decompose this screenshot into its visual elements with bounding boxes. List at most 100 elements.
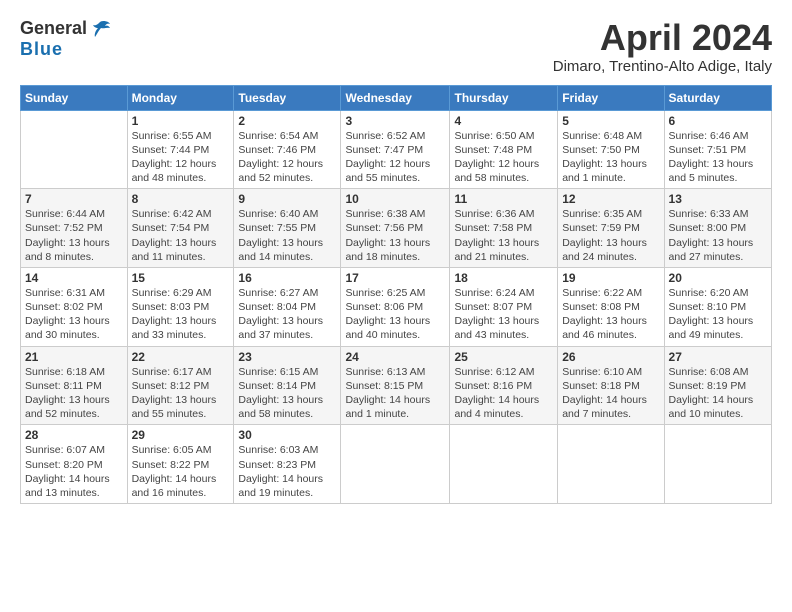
day-detail: Sunrise: 6:48 AM Sunset: 7:50 PM Dayligh… [562, 129, 659, 186]
calendar-cell: 26Sunrise: 6:10 AM Sunset: 8:18 PM Dayli… [558, 346, 664, 425]
day-number: 24 [345, 350, 445, 364]
day-number: 1 [132, 114, 230, 128]
calendar-week-row: 28Sunrise: 6:07 AM Sunset: 8:20 PM Dayli… [21, 425, 772, 504]
calendar-cell: 14Sunrise: 6:31 AM Sunset: 8:02 PM Dayli… [21, 267, 128, 346]
day-detail: Sunrise: 6:38 AM Sunset: 7:56 PM Dayligh… [345, 207, 445, 264]
calendar-header-wednesday: Wednesday [341, 85, 450, 110]
day-detail: Sunrise: 6:46 AM Sunset: 7:51 PM Dayligh… [669, 129, 767, 186]
day-number: 19 [562, 271, 659, 285]
calendar-cell: 8Sunrise: 6:42 AM Sunset: 7:54 PM Daylig… [127, 189, 234, 268]
day-detail: Sunrise: 6:40 AM Sunset: 7:55 PM Dayligh… [238, 207, 336, 264]
calendar-week-row: 1Sunrise: 6:55 AM Sunset: 7:44 PM Daylig… [21, 110, 772, 189]
day-number: 8 [132, 192, 230, 206]
calendar-header-monday: Monday [127, 85, 234, 110]
logo: General Blue [20, 18, 111, 60]
calendar-header-friday: Friday [558, 85, 664, 110]
day-number: 13 [669, 192, 767, 206]
calendar-cell: 23Sunrise: 6:15 AM Sunset: 8:14 PM Dayli… [234, 346, 341, 425]
day-number: 11 [454, 192, 553, 206]
logo-general-text: General [20, 18, 87, 39]
day-detail: Sunrise: 6:44 AM Sunset: 7:52 PM Dayligh… [25, 207, 123, 264]
day-detail: Sunrise: 6:17 AM Sunset: 8:12 PM Dayligh… [132, 365, 230, 422]
day-detail: Sunrise: 6:29 AM Sunset: 8:03 PM Dayligh… [132, 286, 230, 343]
calendar-cell: 9Sunrise: 6:40 AM Sunset: 7:55 PM Daylig… [234, 189, 341, 268]
day-number: 21 [25, 350, 123, 364]
calendar-header-saturday: Saturday [664, 85, 771, 110]
calendar-cell: 19Sunrise: 6:22 AM Sunset: 8:08 PM Dayli… [558, 267, 664, 346]
calendar-cell: 25Sunrise: 6:12 AM Sunset: 8:16 PM Dayli… [450, 346, 558, 425]
calendar-cell [341, 425, 450, 504]
day-number: 18 [454, 271, 553, 285]
day-detail: Sunrise: 6:33 AM Sunset: 8:00 PM Dayligh… [669, 207, 767, 264]
day-detail: Sunrise: 6:55 AM Sunset: 7:44 PM Dayligh… [132, 129, 230, 186]
calendar-cell: 11Sunrise: 6:36 AM Sunset: 7:58 PM Dayli… [450, 189, 558, 268]
calendar-cell: 27Sunrise: 6:08 AM Sunset: 8:19 PM Dayli… [664, 346, 771, 425]
calendar-cell: 6Sunrise: 6:46 AM Sunset: 7:51 PM Daylig… [664, 110, 771, 189]
calendar-cell: 13Sunrise: 6:33 AM Sunset: 8:00 PM Dayli… [664, 189, 771, 268]
calendar-header-thursday: Thursday [450, 85, 558, 110]
title-block: April 2024 Dimaro, Trentino-Alto Adige, … [553, 18, 772, 75]
day-number: 17 [345, 271, 445, 285]
calendar-cell: 12Sunrise: 6:35 AM Sunset: 7:59 PM Dayli… [558, 189, 664, 268]
calendar-cell: 7Sunrise: 6:44 AM Sunset: 7:52 PM Daylig… [21, 189, 128, 268]
day-number: 30 [238, 428, 336, 442]
day-detail: Sunrise: 6:42 AM Sunset: 7:54 PM Dayligh… [132, 207, 230, 264]
logo-line1: General [20, 18, 111, 39]
calendar-cell: 10Sunrise: 6:38 AM Sunset: 7:56 PM Dayli… [341, 189, 450, 268]
day-detail: Sunrise: 6:13 AM Sunset: 8:15 PM Dayligh… [345, 365, 445, 422]
calendar-cell [664, 425, 771, 504]
calendar-cell [558, 425, 664, 504]
calendar-cell [450, 425, 558, 504]
day-number: 4 [454, 114, 553, 128]
calendar-cell: 18Sunrise: 6:24 AM Sunset: 8:07 PM Dayli… [450, 267, 558, 346]
day-number: 27 [669, 350, 767, 364]
day-number: 16 [238, 271, 336, 285]
day-number: 2 [238, 114, 336, 128]
location: Dimaro, Trentino-Alto Adige, Italy [553, 58, 772, 75]
calendar-table: SundayMondayTuesdayWednesdayThursdayFrid… [20, 85, 772, 504]
calendar-cell: 4Sunrise: 6:50 AM Sunset: 7:48 PM Daylig… [450, 110, 558, 189]
header: General Blue April 2024 Dimaro, Trentino… [20, 18, 772, 75]
day-detail: Sunrise: 6:20 AM Sunset: 8:10 PM Dayligh… [669, 286, 767, 343]
day-number: 20 [669, 271, 767, 285]
calendar-cell: 15Sunrise: 6:29 AM Sunset: 8:03 PM Dayli… [127, 267, 234, 346]
day-detail: Sunrise: 6:54 AM Sunset: 7:46 PM Dayligh… [238, 129, 336, 186]
day-detail: Sunrise: 6:18 AM Sunset: 8:11 PM Dayligh… [25, 365, 123, 422]
calendar-cell: 17Sunrise: 6:25 AM Sunset: 8:06 PM Dayli… [341, 267, 450, 346]
day-detail: Sunrise: 6:50 AM Sunset: 7:48 PM Dayligh… [454, 129, 553, 186]
day-detail: Sunrise: 6:36 AM Sunset: 7:58 PM Dayligh… [454, 207, 553, 264]
day-detail: Sunrise: 6:10 AM Sunset: 8:18 PM Dayligh… [562, 365, 659, 422]
calendar-cell: 28Sunrise: 6:07 AM Sunset: 8:20 PM Dayli… [21, 425, 128, 504]
calendar-cell: 22Sunrise: 6:17 AM Sunset: 8:12 PM Dayli… [127, 346, 234, 425]
day-number: 10 [345, 192, 445, 206]
calendar-cell: 1Sunrise: 6:55 AM Sunset: 7:44 PM Daylig… [127, 110, 234, 189]
calendar-week-row: 21Sunrise: 6:18 AM Sunset: 8:11 PM Dayli… [21, 346, 772, 425]
day-number: 25 [454, 350, 553, 364]
logo-blue-text: Blue [20, 39, 63, 60]
day-number: 15 [132, 271, 230, 285]
day-number: 5 [562, 114, 659, 128]
day-number: 12 [562, 192, 659, 206]
calendar-header-tuesday: Tuesday [234, 85, 341, 110]
calendar-week-row: 14Sunrise: 6:31 AM Sunset: 8:02 PM Dayli… [21, 267, 772, 346]
day-detail: Sunrise: 6:31 AM Sunset: 8:02 PM Dayligh… [25, 286, 123, 343]
calendar-cell [21, 110, 128, 189]
calendar-cell: 3Sunrise: 6:52 AM Sunset: 7:47 PM Daylig… [341, 110, 450, 189]
day-detail: Sunrise: 6:05 AM Sunset: 8:22 PM Dayligh… [132, 443, 230, 500]
calendar-cell: 5Sunrise: 6:48 AM Sunset: 7:50 PM Daylig… [558, 110, 664, 189]
calendar-cell: 24Sunrise: 6:13 AM Sunset: 8:15 PM Dayli… [341, 346, 450, 425]
calendar-cell: 20Sunrise: 6:20 AM Sunset: 8:10 PM Dayli… [664, 267, 771, 346]
day-detail: Sunrise: 6:03 AM Sunset: 8:23 PM Dayligh… [238, 443, 336, 500]
day-number: 28 [25, 428, 123, 442]
day-detail: Sunrise: 6:24 AM Sunset: 8:07 PM Dayligh… [454, 286, 553, 343]
day-detail: Sunrise: 6:08 AM Sunset: 8:19 PM Dayligh… [669, 365, 767, 422]
day-number: 14 [25, 271, 123, 285]
calendar-header-row: SundayMondayTuesdayWednesdayThursdayFrid… [21, 85, 772, 110]
day-number: 9 [238, 192, 336, 206]
calendar-cell: 16Sunrise: 6:27 AM Sunset: 8:04 PM Dayli… [234, 267, 341, 346]
day-detail: Sunrise: 6:22 AM Sunset: 8:08 PM Dayligh… [562, 286, 659, 343]
day-detail: Sunrise: 6:27 AM Sunset: 8:04 PM Dayligh… [238, 286, 336, 343]
calendar-cell: 29Sunrise: 6:05 AM Sunset: 8:22 PM Dayli… [127, 425, 234, 504]
day-number: 3 [345, 114, 445, 128]
day-number: 29 [132, 428, 230, 442]
